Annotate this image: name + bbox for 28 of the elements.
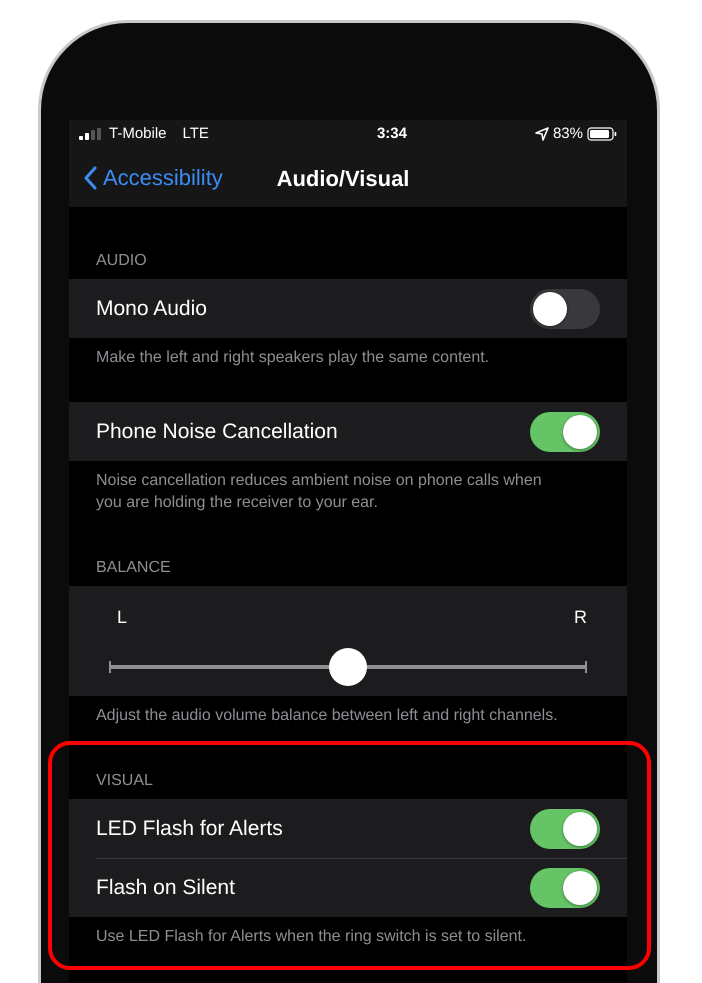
back-button[interactable]: Accessibility [83, 161, 223, 194]
toggle-switch[interactable] [530, 868, 600, 908]
chevron-icon [83, 166, 97, 190]
page-title: Audio/Visual [276, 166, 410, 191]
setting-label: Phone Noise Cancellation [96, 418, 338, 445]
section-header: BALANCE [95, 558, 172, 578]
setting-label: Flash on Silent [96, 874, 235, 901]
right-label: R [574, 606, 587, 629]
toggle-switch[interactable] [530, 808, 600, 848]
toggle-switch[interactable] [530, 412, 600, 452]
section-footer: Noise cancellation reduces ambient noise on phone calls when you are holding the receiver to your ear. [69, 461, 627, 514]
section-footer: Make the left and right speakers play the same content. [69, 338, 627, 369]
left-label: L [117, 606, 128, 629]
toggle-switch[interactable] [530, 288, 600, 328]
signal-icon [79, 128, 101, 140]
battery-percent: 83% [552, 124, 583, 144]
section-footer: Adjust the audio volume balance between left and right channels. [69, 696, 627, 727]
carrier-name: T-Mobile [109, 124, 167, 144]
section-header: VISUAL [95, 771, 154, 791]
section-footer: Use LED Flash for Alerts when the ring switch is set to silent. [69, 917, 627, 948]
setting-label: LED Flash for Alerts [96, 816, 283, 842]
clock: 3:34 [376, 124, 407, 144]
section-header: AUDIO [95, 251, 148, 271]
setting-label: Mono Audio [96, 296, 207, 322]
network-type: LTE [182, 124, 209, 144]
location-icon [534, 127, 549, 141]
slider-thumb[interactable] [329, 648, 367, 686]
battery-icon [587, 127, 617, 141]
